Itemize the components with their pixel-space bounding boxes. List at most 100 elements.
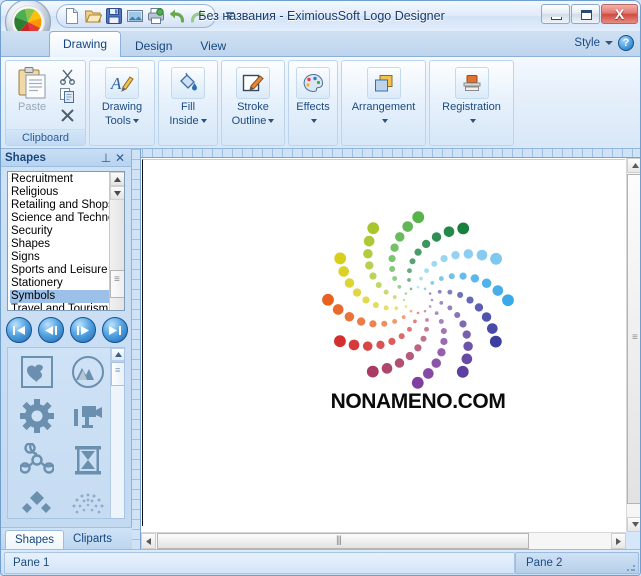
logo-dot <box>404 292 408 295</box>
canvas-vertical-scrollbar[interactable] <box>626 158 640 532</box>
tab-shapes[interactable]: Shapes <box>5 530 65 549</box>
logo-dot <box>367 222 380 235</box>
scroll-up-button[interactable] <box>111 348 124 361</box>
ribbon-group-drawing-tools[interactable]: A Drawing Tools <box>89 60 155 146</box>
logo-dot <box>411 376 424 389</box>
shape-item-biohazard[interactable] <box>12 439 61 481</box>
logo-dot <box>425 318 429 322</box>
cut-icon[interactable] <box>59 68 76 86</box>
paste-button[interactable]: Paste <box>10 63 54 133</box>
chevron-down-icon[interactable] <box>381 119 388 124</box>
scrollbar-thumb[interactable] <box>111 362 124 386</box>
logo-dot <box>363 248 373 259</box>
effects-button[interactable]: Effects <box>293 63 333 127</box>
list-item[interactable]: Shapes <box>10 238 124 251</box>
drawing-tools-button[interactable]: A Drawing Tools <box>94 63 150 127</box>
category-list-scrollbar[interactable] <box>109 172 124 310</box>
chevron-down-icon[interactable] <box>469 119 476 124</box>
logo-dot <box>392 319 398 324</box>
close-icon[interactable]: ✕ <box>113 151 127 165</box>
logo-dot <box>439 300 444 305</box>
previous-page-button[interactable] <box>38 317 64 343</box>
tab-design[interactable]: Design <box>121 34 186 57</box>
shape-item-gear[interactable] <box>12 395 61 437</box>
ribbon-group-stroke-outline[interactable]: Stroke Outline <box>221 60 285 146</box>
scroll-down-button[interactable] <box>627 517 640 532</box>
delete-icon[interactable] <box>59 107 76 124</box>
ribbon-group-arrangement[interactable]: Arrangement <box>341 60 426 146</box>
tab-view[interactable]: View <box>186 34 240 57</box>
list-item[interactable]: Religious <box>10 186 124 199</box>
drawing-tools-label-2-text: Tools <box>105 115 131 127</box>
canvas-area[interactable]: NONAMENO.COM <box>132 149 640 549</box>
list-item[interactable]: Stationery <box>10 277 124 290</box>
logo-dot <box>369 272 377 280</box>
list-item[interactable]: Travel and Tourism <box>10 303 124 310</box>
registration-caret-row <box>468 115 476 127</box>
fill-inside-button[interactable]: Fill Inside <box>163 63 213 127</box>
shape-item-heart-in-square[interactable] <box>12 351 61 393</box>
document-sheet[interactable]: NONAMENO.COM <box>142 159 625 526</box>
last-page-button[interactable] <box>102 317 128 343</box>
diamonds-icon <box>21 491 51 513</box>
registration-button[interactable]: Registration <box>434 63 509 127</box>
shape-grid-scrollbar[interactable] <box>110 348 124 518</box>
first-page-button[interactable] <box>6 317 32 343</box>
logo-dot <box>402 298 406 302</box>
vertical-scrollbar-thumb[interactable] <box>627 174 640 504</box>
scroll-down-button[interactable] <box>110 186 124 200</box>
logo-dot <box>474 303 484 312</box>
scroll-up-button[interactable] <box>110 172 124 186</box>
style-menu-label[interactable]: Style <box>574 37 600 49</box>
logo-dot <box>486 323 498 334</box>
ribbon-group-registration[interactable]: Registration <box>429 60 514 146</box>
list-item[interactable]: Science and Techno <box>10 212 124 225</box>
shape-item-diamonds[interactable] <box>12 483 61 518</box>
list-item[interactable]: Security <box>10 225 124 238</box>
chevron-down-icon[interactable] <box>200 119 207 124</box>
help-icon[interactable]: ? <box>618 35 634 51</box>
status-pane-2: Pane 2 <box>515 551 639 574</box>
arrangement-button[interactable]: Arrangement <box>346 63 421 127</box>
minimize-button[interactable] <box>541 4 570 24</box>
chevron-down-icon[interactable] <box>605 41 613 45</box>
horizontal-scrollbar-thumb[interactable] <box>157 533 529 549</box>
logo-dot <box>459 320 467 328</box>
ribbon-group-fill-inside[interactable]: Fill Inside <box>158 60 218 146</box>
shape-item-radial-burst[interactable] <box>63 483 112 518</box>
horizontal-ruler <box>132 149 640 158</box>
mountains-circle-icon <box>71 356 104 388</box>
next-page-button[interactable] <box>70 317 96 343</box>
chevron-down-icon[interactable] <box>132 119 139 124</box>
list-item[interactable]: Signs <box>10 251 124 264</box>
shape-thumbnail-grid[interactable] <box>7 347 125 519</box>
scroll-right-button[interactable] <box>611 533 626 549</box>
shape-item-mountains-circle[interactable] <box>63 351 112 393</box>
chevron-down-icon[interactable] <box>268 119 275 124</box>
shape-category-list[interactable]: Recruitment Religious Retailing and Shop… <box>7 171 125 311</box>
pin-icon[interactable]: ⊥ <box>99 151 113 165</box>
list-item-selected[interactable]: Symbols <box>10 290 124 303</box>
tab-cliparts[interactable]: Cliparts <box>64 530 121 549</box>
list-item[interactable]: Recruitment <box>10 173 124 186</box>
chevron-down-icon[interactable] <box>311 119 317 124</box>
scroll-left-button[interactable] <box>141 533 156 549</box>
ribbon-group-effects[interactable]: Effects <box>288 60 338 146</box>
logo-dot <box>365 261 374 270</box>
scrollbar-thumb[interactable] <box>110 270 124 298</box>
shape-item-hourglass[interactable] <box>63 439 112 481</box>
shape-item-movie-camera[interactable] <box>63 395 112 437</box>
logo-dot <box>424 326 429 332</box>
scroll-up-button[interactable] <box>627 158 640 173</box>
list-item[interactable]: Sports and Leisure <box>10 264 124 277</box>
logo-artwork[interactable]: NONAMENO.COM <box>308 205 528 430</box>
stroke-outline-button[interactable]: Stroke Outline <box>226 63 280 127</box>
close-button[interactable]: X <box>601 4 638 24</box>
list-item[interactable]: Retailing and Shops <box>10 199 124 212</box>
resize-grip-icon[interactable] <box>626 561 636 572</box>
caret-up-icon <box>114 352 122 357</box>
copy-icon[interactable] <box>59 87 76 104</box>
canvas-horizontal-scrollbar[interactable] <box>141 532 626 549</box>
tab-drawing[interactable]: Drawing <box>49 31 122 57</box>
maximize-button[interactable] <box>571 4 600 24</box>
